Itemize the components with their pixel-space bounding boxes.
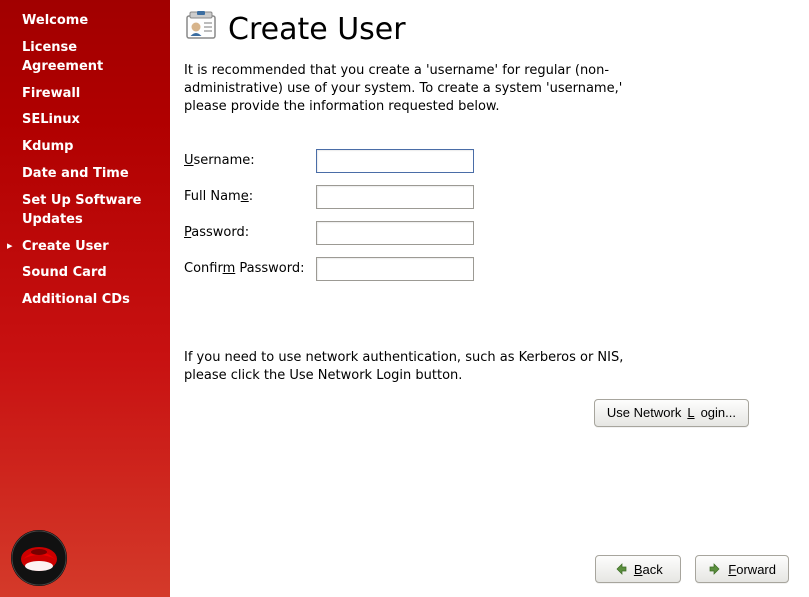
arrow-left-icon: [614, 562, 628, 576]
sidebar-item-additional-cds[interactable]: Additional CDs: [0, 287, 170, 314]
main-panel: Create User It is recommended that you c…: [170, 0, 809, 597]
confirm-password-label: Confirm Password:: [184, 257, 316, 281]
redhat-logo-icon: [10, 529, 68, 587]
id-badge-icon: [184, 10, 218, 48]
arrow-right-icon: [708, 562, 722, 576]
sidebar-item-selinux[interactable]: SELinux: [0, 107, 170, 134]
sidebar-item-create-user[interactable]: Create User: [0, 234, 170, 261]
intro-text: It is recommended that you create a 'use…: [184, 62, 664, 117]
password-label: Password:: [184, 221, 316, 245]
use-network-login-button[interactable]: Use Network Login...: [594, 399, 749, 427]
confirm-password-input[interactable]: [316, 257, 474, 281]
fullname-input[interactable]: [316, 185, 474, 209]
sidebar-item-updates[interactable]: Set Up Software Updates: [0, 188, 170, 234]
sidebar-item-kdump[interactable]: Kdump: [0, 134, 170, 161]
sidebar-item-firewall[interactable]: Firewall: [0, 81, 170, 108]
forward-button[interactable]: Forward: [695, 555, 789, 583]
username-input[interactable]: [316, 149, 474, 173]
sidebar-item-license[interactable]: License Agreement: [0, 35, 170, 81]
user-form: Username: Full Name: Password: Confirm P…: [184, 137, 474, 293]
username-label: Username:: [184, 149, 316, 173]
page-title: Create User: [228, 12, 406, 47]
back-button[interactable]: Back: [595, 555, 681, 583]
sidebar-item-date[interactable]: Date and Time: [0, 161, 170, 188]
sidebar-item-soundcard[interactable]: Sound Card: [0, 260, 170, 287]
network-login-text: If you need to use network authenticatio…: [184, 349, 664, 385]
password-input[interactable]: [316, 221, 474, 245]
fullname-label: Full Name:: [184, 185, 316, 209]
sidebar: Welcome License Agreement Firewall SELin…: [0, 0, 170, 597]
sidebar-item-welcome[interactable]: Welcome: [0, 8, 170, 35]
